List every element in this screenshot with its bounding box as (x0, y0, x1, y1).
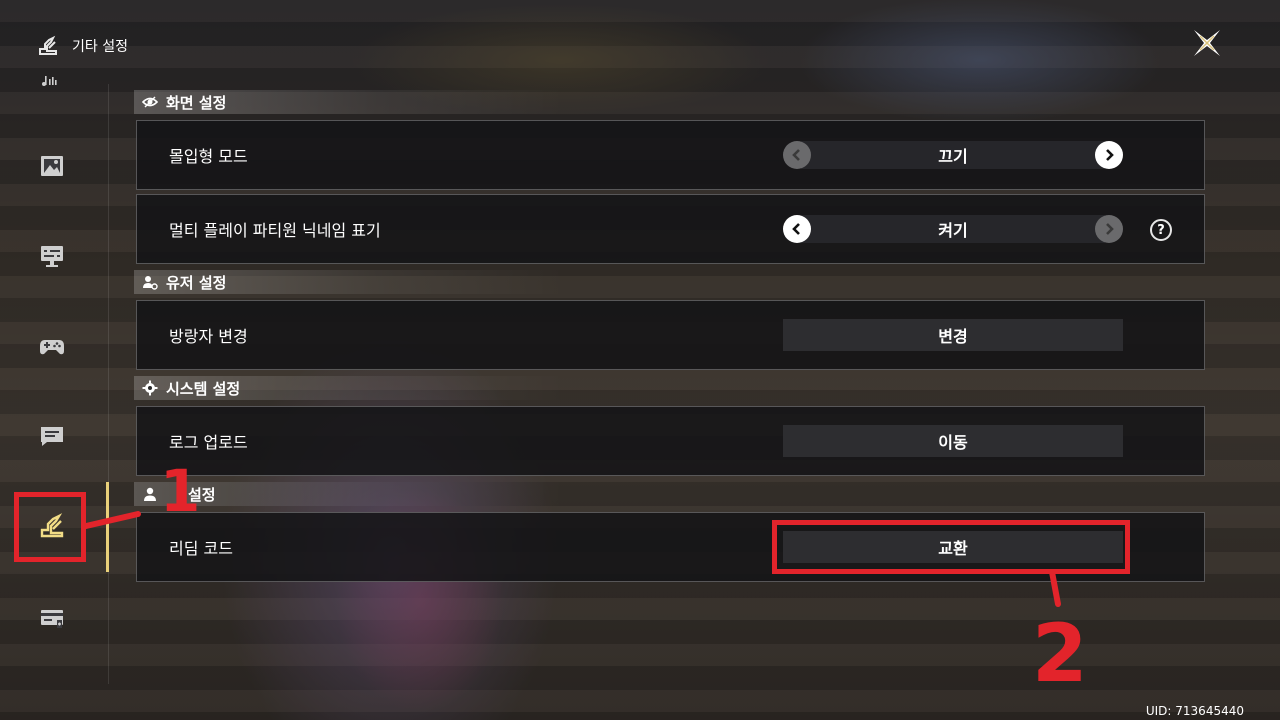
monitor-settings-icon (41, 246, 63, 267)
setting-row-change-wanderer: 방랑자 변경 변경 (136, 300, 1205, 370)
setting-label: 로그 업로드 (169, 433, 248, 452)
setting-row-immersive-mode: 몰입형 모드 끄기 (136, 120, 1205, 190)
chevron-left-icon (792, 223, 800, 235)
settings-wrench-icon (39, 35, 57, 55)
picture-icon (41, 156, 63, 176)
gear-icon (142, 380, 158, 396)
change-wanderer-button[interactable]: 변경 (783, 319, 1123, 351)
close-button[interactable] (1188, 24, 1226, 62)
section-title: 유저 설정 (166, 273, 227, 292)
section-display-settings: 화면 설정 (134, 90, 674, 114)
page-title: 기타 설정 (72, 39, 128, 55)
immersive-mode-selector: 끄기 (783, 139, 1123, 171)
section-title: 설정 (188, 485, 216, 504)
sidebar-item-other-settings[interactable] (32, 506, 72, 546)
sidebar-item-graphics[interactable] (32, 146, 72, 186)
section-title: 시스템 설정 (166, 379, 241, 398)
prev-option-button[interactable] (783, 215, 811, 243)
setting-label: 방랑자 변경 (169, 327, 248, 346)
section-title: 화면 설정 (166, 93, 227, 112)
eye-icon (142, 96, 158, 108)
section-other-settings: 설정 (134, 482, 674, 506)
selector-value: 켜기 (938, 221, 968, 240)
next-option-button[interactable] (1095, 141, 1123, 169)
selector-value: 끄기 (938, 147, 968, 166)
setting-row-multiplayer-nickname: 멀티 플레이 파티원 닉네임 표기 켜기 ? (136, 194, 1205, 264)
sidebar-item-audio[interactable] (32, 62, 72, 102)
settings-wrench-icon (40, 513, 64, 538)
setting-label: 리딤 코드 (169, 539, 233, 558)
page-header: 기타 설정 (36, 34, 128, 58)
section-user-settings: 유저 설정 (134, 270, 674, 294)
chat-bubble-icon (41, 427, 63, 446)
setting-row-redeem-code: 리딤 코드 교환 (136, 512, 1205, 582)
chevron-right-icon (1106, 223, 1114, 235)
section-system-settings: 시스템 설정 (134, 376, 674, 400)
prev-option-button[interactable] (783, 141, 811, 169)
chevron-left-icon (792, 149, 800, 161)
sidebar-track (108, 84, 109, 684)
user-gear-icon (143, 276, 158, 290)
chevron-right-icon (1106, 149, 1114, 161)
setting-label: 멀티 플레이 파티원 닉네임 표기 (169, 221, 381, 240)
setting-row-log-upload: 로그 업로드 이동 (136, 406, 1205, 476)
log-upload-go-button[interactable]: 이동 (783, 425, 1123, 457)
music-note-icon (42, 76, 57, 86)
multiplayer-nickname-selector: 켜기 (783, 213, 1123, 245)
redeem-exchange-button[interactable]: 교환 (783, 531, 1123, 563)
sidebar-item-controls[interactable] (32, 326, 72, 366)
gamepad-icon (40, 340, 64, 355)
setting-label: 몰입형 모드 (169, 147, 248, 166)
sidebar-item-chat[interactable] (32, 416, 72, 456)
person-icon (144, 487, 156, 501)
card-icon (41, 610, 63, 628)
sidebar-active-indicator (106, 482, 109, 572)
sidebar-item-display[interactable] (32, 236, 72, 276)
help-button[interactable]: ? (1150, 219, 1172, 241)
sidebar-item-account[interactable] (32, 598, 72, 638)
next-option-button[interactable] (1095, 215, 1123, 243)
uid-label: UID: 713645440 (1145, 704, 1244, 718)
close-x-icon (1194, 30, 1220, 56)
